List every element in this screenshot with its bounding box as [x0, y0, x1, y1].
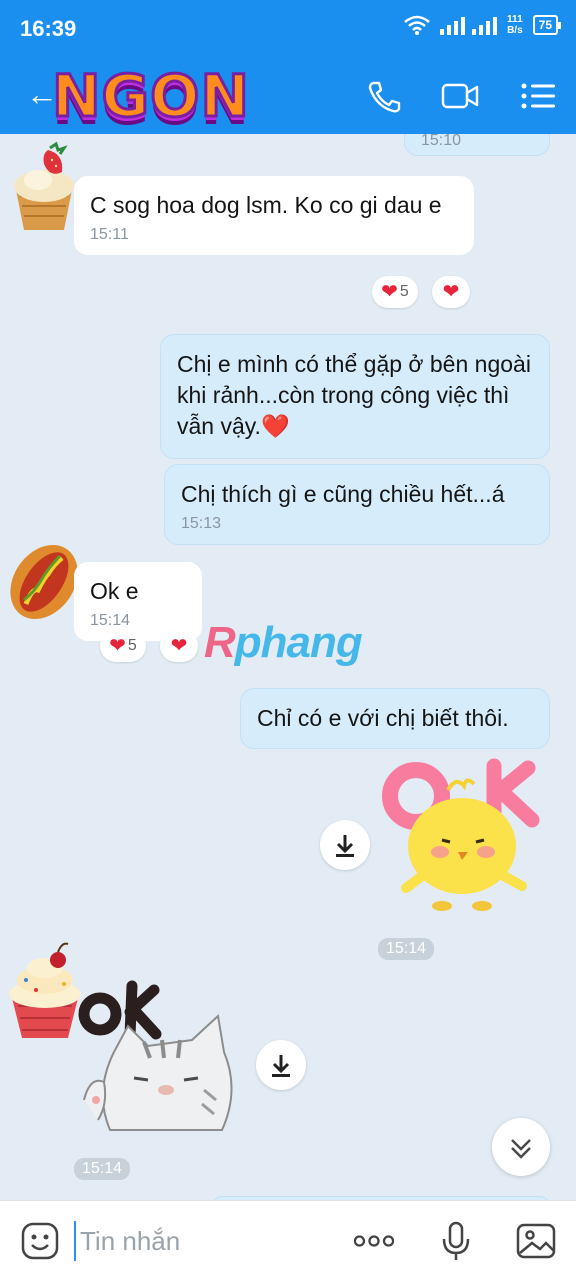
message-input-bar: Tin nhắn: [0, 1200, 576, 1280]
ok-cat-sticker[interactable]: [74, 980, 250, 1152]
message-time: 15:14: [378, 938, 435, 960]
status-icons: 111 B/s 75: [404, 14, 562, 36]
phone-icon[interactable]: [364, 78, 404, 114]
message-text: C sog hoa dog lsm. Ko co gi dau e: [90, 192, 442, 218]
emoji-icon[interactable]: [20, 1221, 60, 1261]
image-icon[interactable]: [516, 1221, 556, 1261]
message-list[interactable]: 15:10 C sog hoa dog lsm. Ko co gi dau e …: [0, 134, 576, 1200]
message-bubble-outgoing[interactable]: 15:10: [404, 134, 550, 156]
message-time: 15:10: [421, 134, 462, 149]
video-icon[interactable]: [440, 78, 480, 114]
wifi-icon: [404, 15, 430, 35]
status-time: 16:39: [20, 16, 77, 41]
heart-reaction-icon: ❤: [109, 635, 126, 657]
watermark: Rphang: [204, 618, 363, 668]
message-text: Chỉ có e với chị biết thôi.: [257, 705, 509, 731]
react-heart-button[interactable]: ❤: [160, 630, 198, 662]
message-bubble-outgoing[interactable]: Chị thích gì e cũng chiều hết...á 15:13: [164, 464, 550, 545]
signal-icon: [440, 15, 498, 35]
message-bubble-incoming[interactable]: C sog hoa dog lsm. Ko co gi dau e 15:11: [74, 176, 474, 255]
message-text: Ok e: [90, 578, 139, 604]
reaction-summary[interactable]: ❤ 5: [372, 276, 418, 308]
scroll-to-bottom-button[interactable]: [492, 1118, 550, 1176]
chevron-double-down-icon: [511, 1139, 531, 1159]
status-bar: 16:39 111 B/s 75: [0, 0, 576, 58]
microphone-icon[interactable]: [436, 1221, 476, 1261]
message-time: 15:11: [90, 226, 129, 243]
chat-header: ← NGON: [0, 58, 576, 134]
message-bubble-outgoing[interactable]: Chị e mình có thể gặp ở bên ngoài khi rả…: [160, 334, 550, 459]
message-bubble-outgoing[interactable]: Chỉ có e với chị biết thôi.: [240, 688, 550, 749]
watermark-rest: phang: [234, 618, 363, 667]
message-input[interactable]: Tin nhắn: [74, 1221, 324, 1261]
download-icon: [336, 835, 354, 857]
ngon-logo: NGON: [51, 61, 251, 132]
message-text: Chị thích gì e cũng chiều hết...á: [181, 481, 505, 507]
hotdog-avatar[interactable]: [4, 538, 82, 624]
download-icon: [272, 1055, 290, 1077]
ok-chick-sticker[interactable]: [382, 756, 552, 916]
heart-icon: ❤: [442, 281, 460, 303]
watermark-r: R: [204, 618, 236, 667]
more-dots-icon[interactable]: [354, 1221, 394, 1261]
heart-icon: ❤: [170, 635, 188, 657]
heart-reaction-icon: ❤: [381, 281, 398, 303]
net-speed: 111 B/s: [507, 14, 523, 36]
reaction-count: 5: [127, 637, 137, 654]
download-sticker-button[interactable]: [320, 820, 370, 870]
message-time: 15:14: [90, 612, 131, 629]
message-time: 15:13: [181, 515, 222, 532]
react-heart-button[interactable]: ❤: [432, 276, 470, 308]
message-time: 15:14: [74, 1158, 131, 1180]
reaction-count: 5: [399, 283, 409, 300]
list-menu-icon[interactable]: [518, 78, 558, 114]
download-sticker-button[interactable]: [256, 1040, 306, 1090]
reaction-summary[interactable]: ❤ 5: [100, 630, 146, 662]
cupcake-strawberry-avatar[interactable]: [10, 140, 78, 232]
message-text: Chị e mình có thể gặp ở bên ngoài khi rả…: [177, 351, 531, 439]
battery-icon: 75: [532, 15, 562, 35]
